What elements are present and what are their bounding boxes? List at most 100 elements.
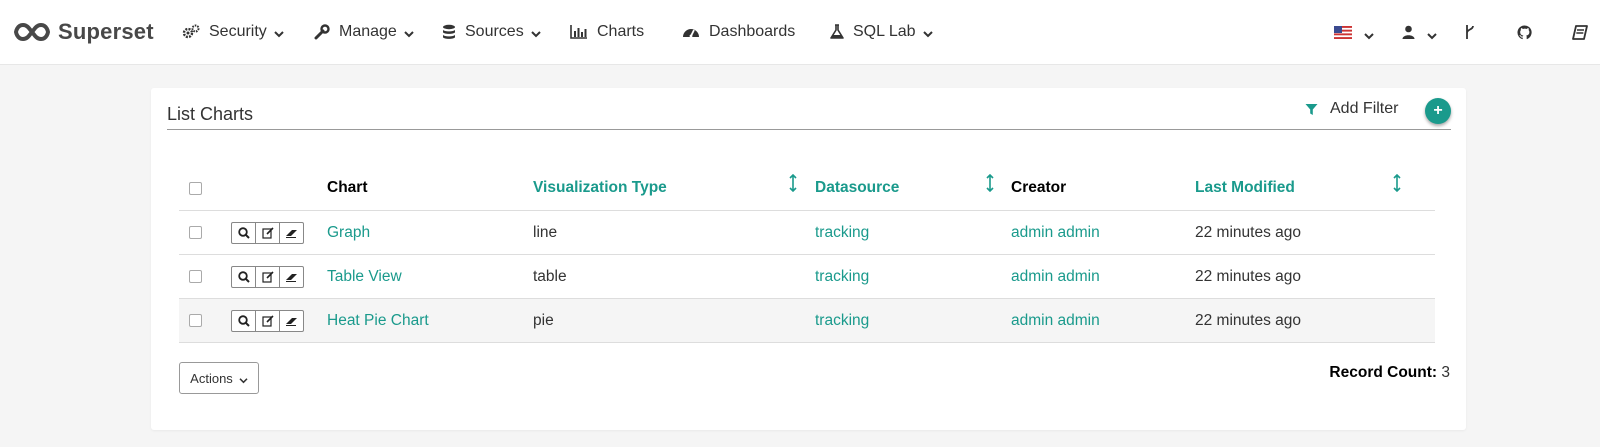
us-flag-icon xyxy=(1334,25,1352,39)
row-checkbox[interactable] xyxy=(189,270,202,283)
viz-type-cell: table xyxy=(533,254,815,299)
row-action-buttons xyxy=(231,221,327,244)
gears-icon xyxy=(182,24,200,39)
nav-manage-label: Manage xyxy=(339,23,397,40)
filter-icon xyxy=(1305,103,1318,115)
show-record-button[interactable] xyxy=(231,309,256,332)
last-modified-cell: 22 minutes ago xyxy=(1195,298,1435,343)
creator-link[interactable]: admin admin xyxy=(1011,224,1100,241)
datasource-link[interactable]: tracking xyxy=(815,268,869,285)
edit-record-button[interactable] xyxy=(255,221,280,244)
brand-logo[interactable]: Superset xyxy=(14,0,154,64)
last-modified-cell: 22 minutes ago xyxy=(1195,210,1435,255)
version-link[interactable] xyxy=(1464,0,1476,64)
edit-icon xyxy=(261,226,274,239)
docs-link[interactable] xyxy=(1572,0,1588,64)
table-row: Table View table tracking admin admin 22… xyxy=(179,254,1435,299)
sort-link-last-modified[interactable]: Last Modified xyxy=(1195,179,1295,196)
chevron-down-icon xyxy=(1364,33,1374,40)
column-header-viz-type[interactable]: Visualization Type xyxy=(533,166,815,211)
nav-charts[interactable]: Charts xyxy=(570,0,644,64)
github-link[interactable] xyxy=(1517,0,1532,64)
row-checkbox[interactable] xyxy=(189,314,202,327)
delete-record-button[interactable] xyxy=(279,309,304,332)
flask-icon xyxy=(830,24,844,39)
title-divider xyxy=(167,129,1451,130)
show-record-button[interactable] xyxy=(231,265,256,288)
charts-table: Chart Visualization Type Datasource Crea… xyxy=(179,166,1435,343)
delete-record-button[interactable] xyxy=(279,221,304,244)
chart-name-link[interactable]: Table View xyxy=(327,268,402,285)
language-menu[interactable] xyxy=(1334,0,1374,64)
sort-icon[interactable] xyxy=(789,174,797,192)
table-row: Graph line tracking admin admin 22 minut… xyxy=(179,210,1435,255)
select-all-checkbox[interactable] xyxy=(189,181,202,195)
sort-icon[interactable] xyxy=(1393,174,1401,192)
chevron-down-icon xyxy=(274,31,284,38)
chevron-down-icon xyxy=(1427,33,1437,40)
eraser-icon xyxy=(285,317,297,326)
record-count-value: 3 xyxy=(1441,364,1450,381)
row-action-buttons xyxy=(231,309,327,332)
record-count: Record Count: 3 xyxy=(1329,364,1450,382)
datasource-link[interactable]: tracking xyxy=(815,224,869,241)
nav-sources[interactable]: Sources xyxy=(442,0,541,64)
show-record-button[interactable] xyxy=(231,221,256,244)
viz-type-cell: line xyxy=(533,210,815,255)
nav-manage[interactable]: Manage xyxy=(314,0,414,64)
list-charts-panel: List Charts Add Filter + Chart Visualiza… xyxy=(151,88,1466,430)
bar-chart-icon xyxy=(570,25,587,39)
chevron-down-icon xyxy=(239,377,248,383)
sort-icon[interactable] xyxy=(986,174,994,192)
last-modified-cell: 22 minutes ago xyxy=(1195,254,1435,299)
nav-dashboards[interactable]: Dashboards xyxy=(682,0,795,64)
table-header-row: Chart Visualization Type Datasource Crea… xyxy=(179,166,1435,211)
edit-icon xyxy=(261,314,274,327)
search-icon xyxy=(237,270,250,283)
github-icon xyxy=(1517,24,1532,39)
version-icon xyxy=(1466,25,1474,39)
sort-link-datasource[interactable]: Datasource xyxy=(815,179,899,196)
row-action-buttons xyxy=(231,265,327,288)
nav-sources-label: Sources xyxy=(465,23,524,40)
user-menu[interactable] xyxy=(1402,0,1437,64)
user-icon xyxy=(1402,25,1415,39)
add-filter-button[interactable]: Add Filter xyxy=(1305,100,1398,118)
column-header-datasource[interactable]: Datasource xyxy=(815,166,1011,211)
search-icon xyxy=(237,314,250,327)
eraser-icon xyxy=(285,229,297,238)
delete-record-button[interactable] xyxy=(279,265,304,288)
datasource-link[interactable]: tracking xyxy=(815,312,869,329)
creator-link[interactable]: admin admin xyxy=(1011,312,1100,329)
row-checkbox[interactable] xyxy=(189,226,202,239)
brand-name: Superset xyxy=(58,19,154,44)
actions-dropdown-button[interactable]: Actions xyxy=(179,362,259,394)
dashboard-icon xyxy=(683,29,699,38)
top-navbar: Superset Security Manage Sources Charts … xyxy=(0,0,1600,65)
creator-link[interactable]: admin admin xyxy=(1011,268,1100,285)
chart-name-link[interactable]: Heat Pie Chart xyxy=(327,312,429,329)
chart-name-link[interactable]: Graph xyxy=(327,224,370,241)
add-chart-button[interactable]: + xyxy=(1425,98,1451,124)
sort-link-viz-type[interactable]: Visualization Type xyxy=(533,179,667,196)
chevron-down-icon xyxy=(922,31,933,38)
nav-sql-lab[interactable]: SQL Lab xyxy=(830,0,933,64)
column-header-last-modified[interactable]: Last Modified xyxy=(1195,166,1435,211)
edit-record-button[interactable] xyxy=(255,265,280,288)
database-icon xyxy=(443,24,455,39)
table-row: Heat Pie Chart pie tracking admin admin … xyxy=(179,298,1435,343)
chevron-down-icon xyxy=(530,31,541,38)
add-filter-label: Add Filter xyxy=(1330,100,1399,117)
record-count-label: Record Count: xyxy=(1329,364,1438,381)
edit-icon xyxy=(261,270,274,283)
actions-label: Actions xyxy=(190,370,233,386)
column-header-chart: Chart xyxy=(327,166,533,211)
nav-dashboards-label: Dashboards xyxy=(709,23,796,40)
superset-logo-icon xyxy=(14,22,50,42)
nav-security[interactable]: Security xyxy=(182,0,284,64)
column-header-creator: Creator xyxy=(1011,166,1195,211)
book-icon xyxy=(1572,24,1588,40)
wrench-icon xyxy=(314,24,330,40)
search-icon xyxy=(237,226,250,239)
edit-record-button[interactable] xyxy=(255,309,280,332)
